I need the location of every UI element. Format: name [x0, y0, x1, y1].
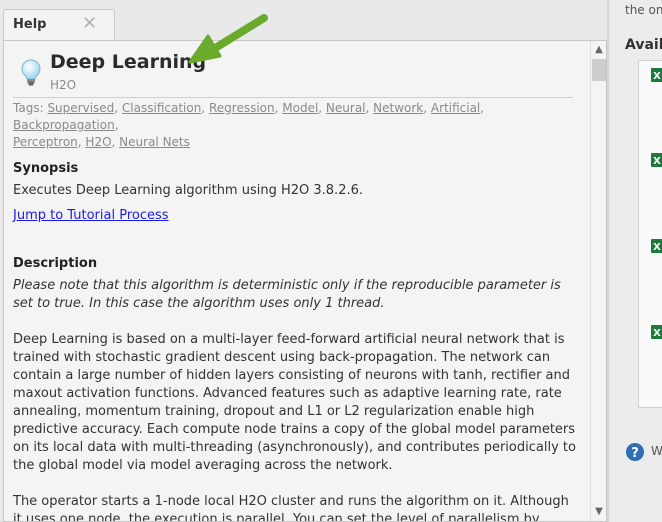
file-list: X X X X: [638, 60, 662, 408]
tag-link[interactable]: Regression: [209, 101, 275, 115]
scroll-down-icon[interactable]: ▼: [592, 505, 606, 519]
svg-text:X: X: [653, 71, 661, 82]
description-paragraph: Deep Learning is based on a multi-layer …: [13, 332, 576, 473]
tag-link[interactable]: Model: [282, 101, 318, 115]
vertical-scrollbar[interactable]: ▲ ▼: [590, 41, 606, 521]
operator-subtitle: H2O: [50, 78, 77, 92]
tag-link[interactable]: Supervised: [47, 101, 114, 115]
help-tab-strip: Help ✕: [0, 0, 607, 41]
help-content: Deep Learning H2O Tags: Supervised, Clas…: [4, 41, 589, 521]
scroll-thumb[interactable]: [592, 59, 606, 81]
description-heading: Description: [13, 256, 98, 271]
help-tab[interactable]: Help ✕: [3, 9, 115, 41]
tag-link[interactable]: Backpropagation: [13, 118, 115, 132]
tag-link[interactable]: Network: [373, 101, 423, 115]
lightbulb-icon: [21, 59, 41, 86]
excel-file-icon[interactable]: X: [651, 68, 662, 82]
right-panel-text: the on: [625, 3, 662, 17]
tag-link[interactable]: Perceptron: [13, 135, 78, 149]
right-panel-heading: Availa: [625, 37, 662, 53]
tags-label: Tags:: [13, 101, 44, 115]
help-panel: Deep Learning H2O Tags: Supervised, Clas…: [3, 40, 607, 522]
synopsis-text: Executes Deep Learning algorithm using H…: [13, 183, 363, 198]
app-window: Help ✕ Deep Learning H2O Tags: Supervise…: [0, 0, 662, 522]
close-icon[interactable]: ✕: [82, 13, 97, 34]
svg-text:X: X: [653, 328, 661, 339]
scroll-up-icon[interactable]: ▲: [592, 43, 606, 57]
right-panel: the on Availa X X X X ? W: [609, 0, 662, 522]
excel-file-icon[interactable]: X: [651, 325, 662, 339]
help-link-text[interactable]: W: [651, 444, 662, 458]
synopsis-heading: Synopsis: [13, 161, 79, 176]
tag-link[interactable]: Classification: [122, 101, 201, 115]
svg-text:X: X: [653, 156, 661, 167]
operator-title: Deep Learning: [50, 51, 207, 73]
operator-header: Deep Learning H2O: [13, 41, 589, 97]
tag-link[interactable]: Neural Nets: [119, 135, 190, 149]
description-paragraph: The operator starts a 1-node local H2O c…: [13, 494, 569, 521]
tag-link[interactable]: H2O: [85, 135, 111, 149]
excel-file-icon[interactable]: X: [651, 153, 662, 167]
description-note: Please note that this algorithm is deter…: [13, 278, 561, 311]
question-circle-icon[interactable]: ?: [626, 443, 644, 461]
svg-text:?: ?: [631, 446, 639, 461]
tag-link[interactable]: Artificial: [431, 101, 480, 115]
tag-link[interactable]: Neural: [326, 101, 366, 115]
help-tab-label: Help: [13, 17, 47, 32]
svg-text:X: X: [653, 242, 661, 253]
excel-file-icon[interactable]: X: [651, 239, 662, 253]
tags-line: Tags: Supervised, Classification, Regres…: [13, 97, 573, 151]
tutorial-link[interactable]: Jump to Tutorial Process: [13, 208, 169, 223]
